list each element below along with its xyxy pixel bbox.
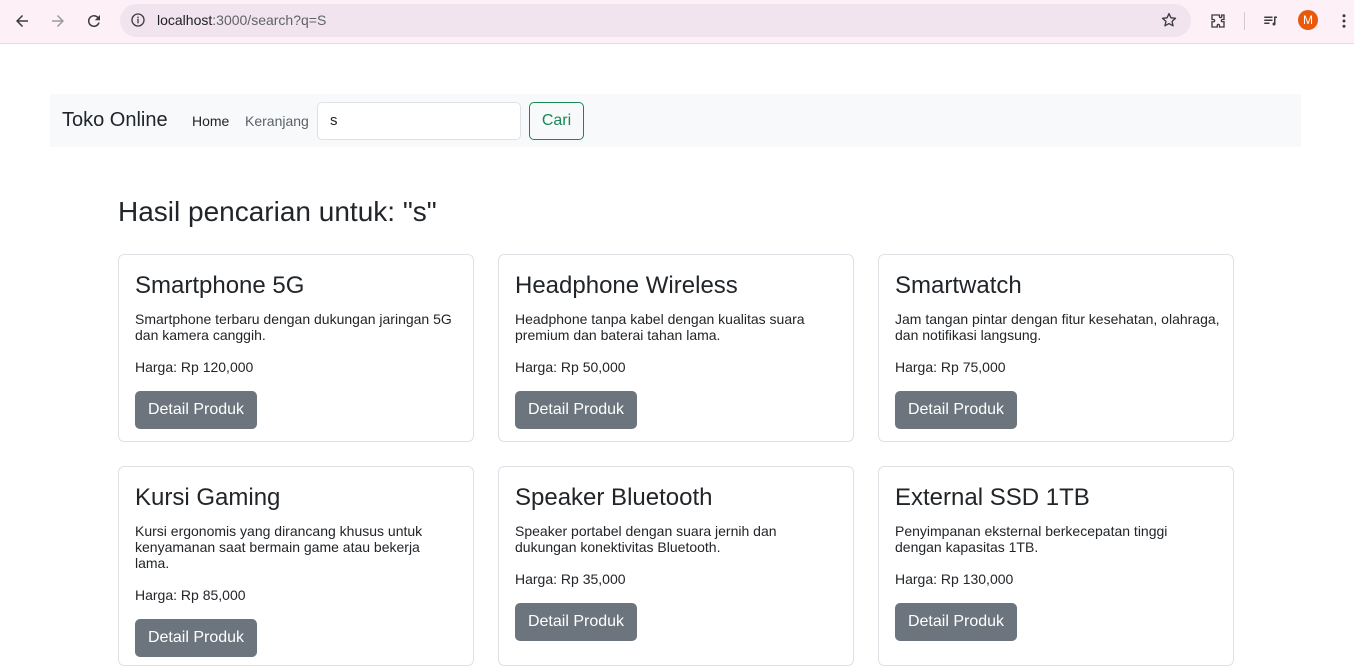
detail-product-button[interactable]: Detail Produk: [135, 391, 257, 429]
product-name: Smartphone 5G: [135, 272, 305, 299]
forward-button[interactable]: [44, 7, 72, 35]
product-card: Speaker Bluetooth Speaker portabel denga…: [498, 466, 854, 666]
address-bar[interactable]: localhost:3000/search?q=S: [120, 4, 1191, 37]
detail-product-button[interactable]: Detail Produk: [135, 619, 257, 657]
search-button[interactable]: Cari: [529, 102, 584, 140]
bookmark-star-icon[interactable]: [1159, 10, 1179, 30]
search-input[interactable]: s: [317, 102, 521, 140]
product-description: Jam tangan pintar dengan fitur kesehatan…: [895, 311, 1220, 343]
product-name: Speaker Bluetooth: [515, 484, 713, 511]
product-name: External SSD 1TB: [895, 484, 1090, 511]
product-description: Speaker portabel dengan suara jernih dan…: [515, 523, 777, 555]
browser-menu-button[interactable]: [1330, 7, 1354, 35]
product-card: Kursi Gaming Kursi ergonomis yang diranc…: [118, 466, 474, 666]
arrow-right-icon: [52, 15, 64, 27]
toolbar-divider: [1244, 12, 1245, 30]
results-heading: Hasil pencarian untuk: "s": [118, 196, 437, 227]
url-host: localhost: [157, 12, 213, 28]
nav-home-link[interactable]: Home: [192, 113, 229, 129]
product-name: Kursi Gaming: [135, 484, 281, 511]
browser-toolbar: localhost:3000/search?q=S M: [0, 0, 1354, 44]
product-price: Harga: Rp 50,000: [515, 359, 626, 375]
profile-avatar[interactable]: M: [1298, 10, 1318, 30]
product-price: Harga: Rp 130,000: [895, 571, 1014, 587]
product-name: Smartwatch: [895, 272, 1022, 299]
reload-button[interactable]: [80, 7, 108, 35]
url-text[interactable]: localhost:3000/search?q=S: [157, 12, 326, 28]
product-price: Harga: Rp 85,000: [135, 587, 246, 603]
product-description: Smartphone terbaru dengan dukungan jarin…: [135, 311, 452, 343]
product-description: Penyimpanan eksternal berkecepatan tingg…: [895, 523, 1168, 555]
playlist-icon: [1264, 16, 1277, 26]
more-vert-icon: [1342, 14, 1346, 28]
brand-link[interactable]: Toko Online: [62, 109, 168, 132]
back-button[interactable]: [8, 7, 36, 35]
site-navbar: Toko Online Home Keranjang s Cari: [50, 94, 1301, 147]
detail-product-button[interactable]: Detail Produk: [895, 391, 1017, 429]
puzzle-icon: [1211, 14, 1225, 28]
product-price: Harga: Rp 120,000: [135, 359, 254, 375]
product-card: Smartwatch Jam tangan pintar dengan fitu…: [878, 254, 1234, 442]
nav-cart-link[interactable]: Keranjang: [245, 113, 309, 129]
arrow-left-icon: [16, 15, 28, 27]
detail-product-button[interactable]: Detail Produk: [515, 603, 637, 641]
product-card: Headphone Wireless Headphone tanpa kabel…: [498, 254, 854, 442]
detail-product-button[interactable]: Detail Produk: [895, 603, 1017, 641]
url-path: :3000/search?q=S: [212, 12, 327, 28]
product-name: Headphone Wireless: [515, 272, 738, 299]
reload-icon: [87, 15, 100, 28]
product-price: Harga: Rp 75,000: [895, 359, 1006, 375]
product-price: Harga: Rp 35,000: [515, 571, 626, 587]
extensions-button[interactable]: [1204, 7, 1232, 35]
detail-product-button[interactable]: Detail Produk: [515, 391, 637, 429]
product-card: Smartphone 5G Smartphone terbaru dengan …: [118, 254, 474, 442]
product-description: Kursi ergonomis yang dirancang khusus un…: [135, 523, 423, 571]
media-controls-button[interactable]: [1257, 7, 1285, 35]
product-description: Headphone tanpa kabel dengan kualitas su…: [515, 311, 805, 343]
site-info-icon[interactable]: [128, 10, 148, 30]
product-card: External SSD 1TB Penyimpanan eksternal b…: [878, 466, 1234, 666]
